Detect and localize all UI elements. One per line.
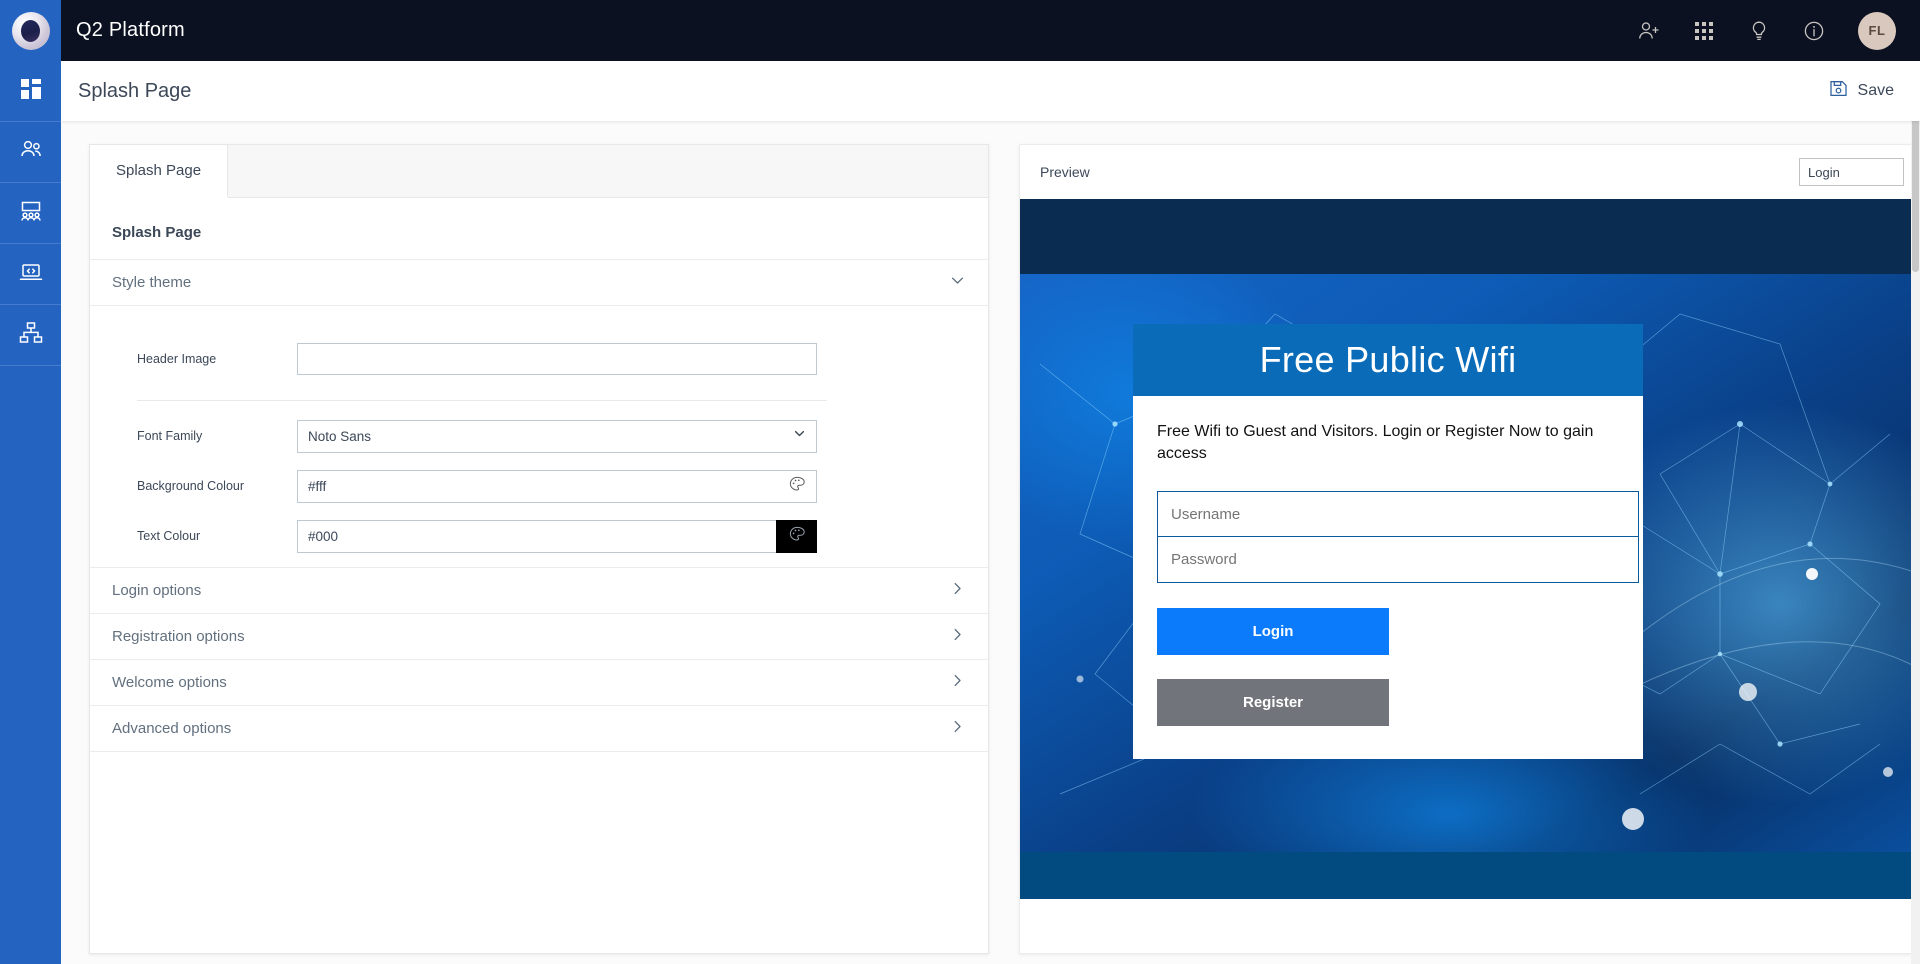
app-logo[interactable] xyxy=(0,0,61,61)
users-icon xyxy=(18,137,44,168)
tab-splash-page[interactable]: Splash Page xyxy=(90,145,229,198)
chevron-right-icon[interactable] xyxy=(949,672,966,694)
preview-label: Preview xyxy=(1040,164,1090,180)
apps-grid-icon[interactable] xyxy=(1689,16,1719,46)
tab-strip: Splash Page xyxy=(90,145,988,198)
topbar-actions: FL xyxy=(1634,11,1920,50)
splash-preview-card: Free Public Wifi Free Wifi to Guest and … xyxy=(1133,324,1643,760)
chevron-right-icon[interactable] xyxy=(949,718,966,740)
classroom-group-icon xyxy=(18,198,44,229)
save-button[interactable]: Save xyxy=(1829,79,1894,103)
page-title: Splash Page xyxy=(78,79,192,102)
accordion-registration-options-label: Registration options xyxy=(112,628,245,645)
register-button[interactable]: Register xyxy=(1157,679,1389,727)
style-theme-title: Style theme xyxy=(112,274,192,291)
text-colour-swatch-button[interactable] xyxy=(776,519,817,553)
password-input[interactable] xyxy=(1157,537,1639,584)
background-colour-input[interactable] xyxy=(297,469,817,503)
preview-view-select[interactable]: Login xyxy=(1799,158,1904,186)
header-image-dropzone[interactable] xyxy=(297,343,817,375)
chevron-down-icon[interactable] xyxy=(949,272,966,294)
page-scrollbar[interactable] xyxy=(1911,0,1920,964)
color-palette-icon xyxy=(789,476,805,497)
field-row-font-family: Font Family Noto Sans xyxy=(112,411,966,461)
sidebar-item-devices[interactable] xyxy=(0,244,61,305)
top-bar: Q2 Platform FL xyxy=(0,0,1920,61)
style-theme-header[interactable]: Style theme xyxy=(90,260,988,306)
accordion-welcome-options-label: Welcome options xyxy=(112,674,227,691)
text-colour-label: Text Colour xyxy=(137,529,201,543)
field-row-text-colour: Text Colour xyxy=(112,511,966,561)
field-row-background-colour: Background Colour xyxy=(112,461,966,511)
page-header: Splash Page Save xyxy=(61,61,1920,121)
sidebar-item-users[interactable] xyxy=(0,122,61,183)
accordion-advanced-options[interactable]: Advanced options xyxy=(90,706,988,752)
splash-description: Free Wifi to Guest and Visitors. Login o… xyxy=(1157,423,1594,463)
text-colour-input[interactable] xyxy=(297,519,817,553)
field-divider xyxy=(137,400,827,401)
login-button[interactable]: Login xyxy=(1157,608,1389,656)
network-hierarchy-icon xyxy=(18,320,44,351)
avatar[interactable]: FL xyxy=(1858,11,1896,50)
save-button-label: Save xyxy=(1857,82,1894,99)
preview-footer xyxy=(1020,852,1918,899)
accordion-login-options[interactable]: Login options xyxy=(90,568,988,614)
info-icon[interactable] xyxy=(1799,16,1829,46)
splash-body: Free Wifi to Guest and Visitors. Login o… xyxy=(1133,396,1643,760)
lightbulb-icon[interactable] xyxy=(1744,16,1774,46)
color-palette-icon xyxy=(789,526,805,547)
chevron-right-icon[interactable] xyxy=(949,626,966,648)
background-colour-swatch-button[interactable] xyxy=(776,470,817,503)
add-user-icon[interactable] xyxy=(1634,16,1664,46)
field-row-header-image: Header Image xyxy=(112,326,966,392)
save-disk-icon xyxy=(1829,79,1848,103)
font-family-select[interactable]: Noto Sans xyxy=(297,419,817,453)
preview-card: Preview Login Free Public Wifi Free Wifi… xyxy=(1019,144,1919,954)
splash-banner-title: Free Public Wifi xyxy=(1259,339,1517,380)
dashboard-grid-icon xyxy=(20,78,42,105)
accordion-login-options-label: Login options xyxy=(112,582,202,599)
collapsed-sections: Login options Registration options Welco… xyxy=(90,568,988,752)
style-theme-accordion: Style theme Header Image Font Family Not… xyxy=(90,259,988,568)
sidebar xyxy=(0,61,61,964)
splash-editor-card: Splash Page Splash Page Style theme Head… xyxy=(89,144,989,954)
content-area: Splash Page Splash Page Style theme Head… xyxy=(61,121,1920,964)
background-colour-label: Background Colour xyxy=(137,479,245,493)
sidebar-item-dashboard[interactable] xyxy=(0,61,61,122)
logo-inner-shape xyxy=(21,19,40,42)
laptop-code-icon xyxy=(18,259,44,290)
logo-circle-icon xyxy=(11,11,50,50)
sidebar-item-network[interactable] xyxy=(0,305,61,366)
accordion-registration-options[interactable]: Registration options xyxy=(90,614,988,660)
section-heading: Splash Page xyxy=(112,224,202,241)
username-input[interactable] xyxy=(1157,491,1639,538)
splash-banner: Free Public Wifi xyxy=(1133,324,1643,396)
accordion-advanced-options-label: Advanced options xyxy=(112,720,232,737)
preview-hero: Free Public Wifi Free Wifi to Guest and … xyxy=(1020,274,1918,852)
app-title: Q2 Platform xyxy=(76,19,185,41)
chevron-right-icon[interactable] xyxy=(949,580,966,602)
style-theme-body: Header Image Font Family Noto Sans Backg… xyxy=(90,306,988,568)
preview-topbar xyxy=(1020,199,1918,274)
header-image-label: Header Image xyxy=(137,352,217,366)
preview-header: Preview Login xyxy=(1020,145,1918,199)
preview-body: Free Public Wifi Free Wifi to Guest and … xyxy=(1020,199,1918,899)
accordion-welcome-options[interactable]: Welcome options xyxy=(90,660,988,706)
font-family-label: Font Family xyxy=(137,429,203,443)
sidebar-item-classroom[interactable] xyxy=(0,183,61,244)
